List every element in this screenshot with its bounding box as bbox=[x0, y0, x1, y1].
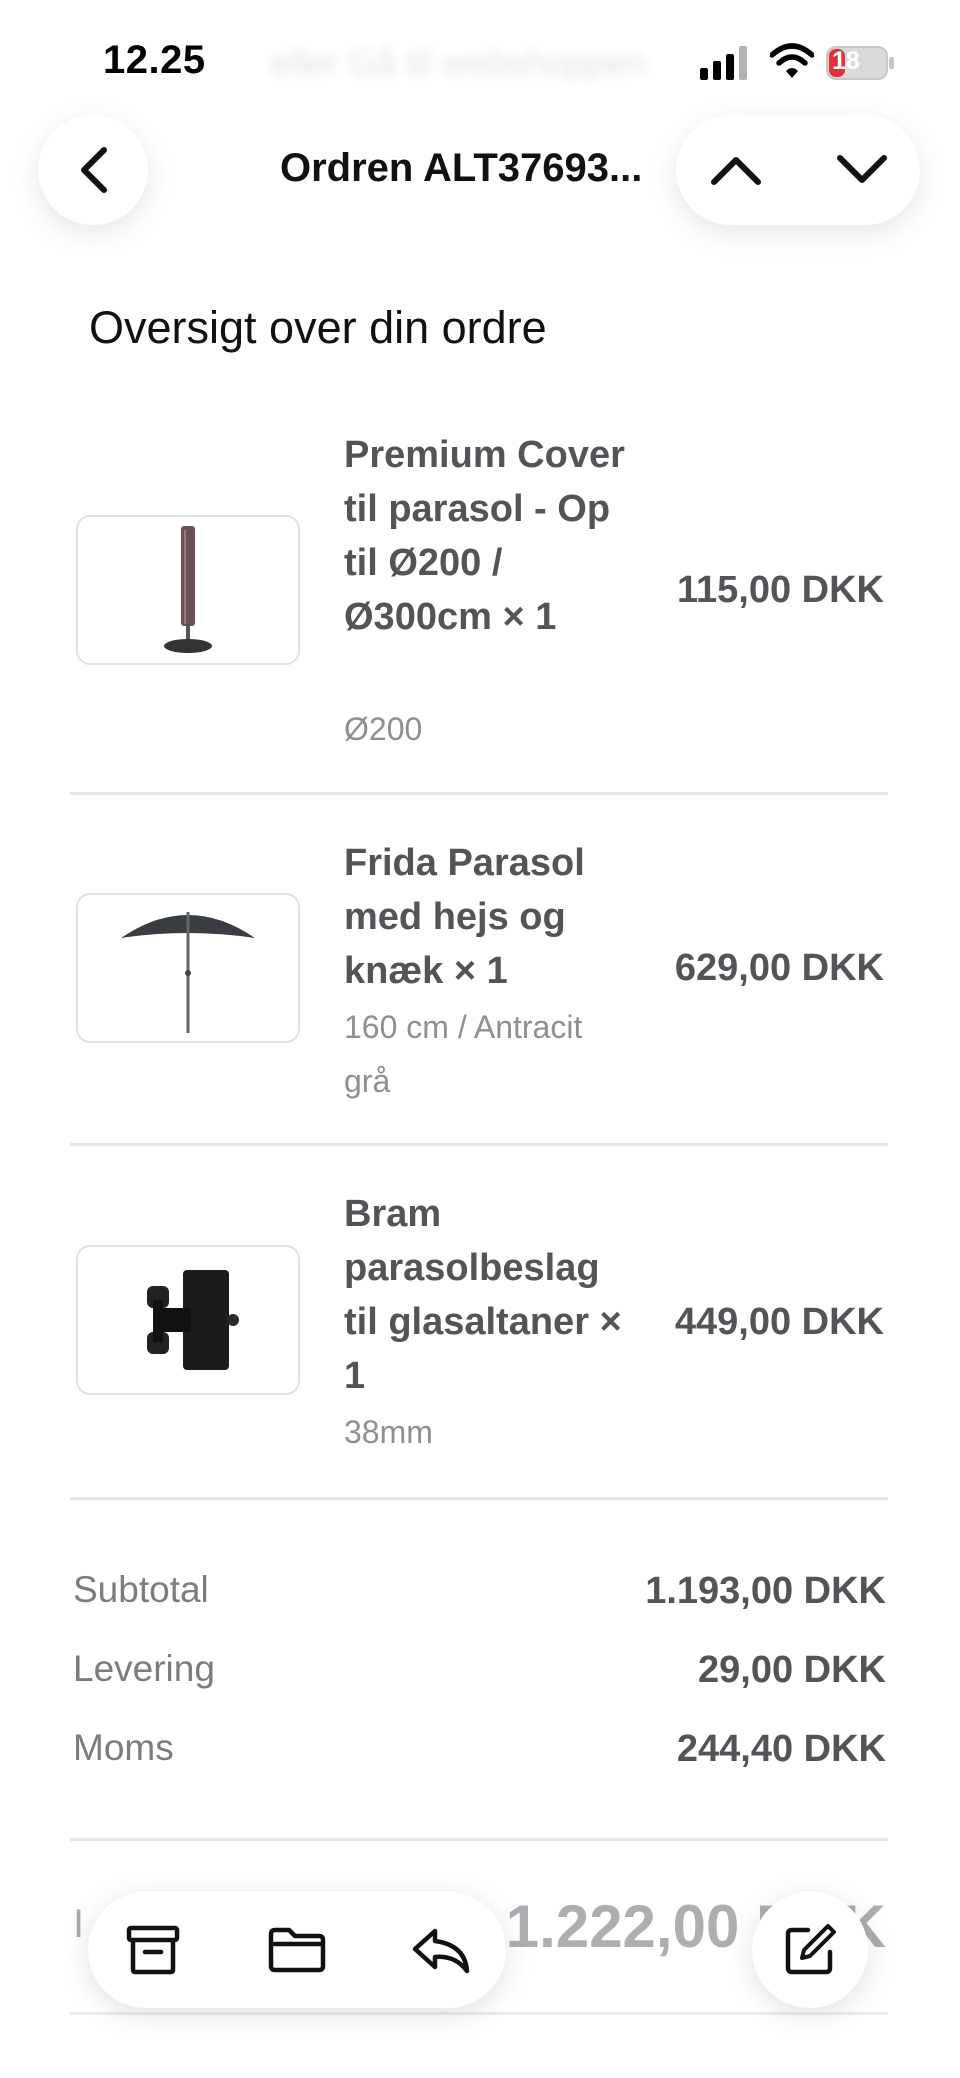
subtotal-label: Subtotal bbox=[73, 1569, 209, 1610]
item-variant: 160 cm / Antracit grå bbox=[344, 1009, 583, 1099]
divider bbox=[70, 792, 888, 795]
previous-button[interactable] bbox=[696, 130, 776, 210]
cellular-signal-icon bbox=[700, 46, 747, 80]
order-title: Ordren ALT37693... bbox=[280, 146, 643, 190]
reply-icon bbox=[412, 1928, 470, 1974]
compose-icon bbox=[785, 1924, 836, 1975]
battery-level: 18 bbox=[832, 47, 860, 75]
back-button[interactable] bbox=[38, 115, 148, 225]
wifi-icon bbox=[770, 43, 814, 78]
chevron-down-icon bbox=[837, 155, 887, 183]
divider bbox=[70, 2012, 888, 2015]
status-time: 12.25 bbox=[103, 38, 206, 82]
parasol-image bbox=[121, 912, 255, 1033]
compose-button[interactable] bbox=[752, 1892, 868, 2008]
move-to-folder-button[interactable] bbox=[257, 1910, 337, 1990]
bottom-toolbar bbox=[88, 1892, 506, 2008]
divider bbox=[70, 1497, 888, 1500]
item-price: 629,00 DKK bbox=[674, 947, 884, 989]
section-title: Oversigt over din ordre bbox=[89, 302, 547, 353]
item-price: 449,00 DKK bbox=[674, 1301, 884, 1343]
folder-icon bbox=[268, 1927, 326, 1973]
bracket-image bbox=[147, 1270, 239, 1370]
next-button[interactable] bbox=[822, 130, 902, 210]
chevron-up-icon bbox=[711, 157, 761, 185]
delivery-value: 29,00 DKK bbox=[698, 1649, 886, 1691]
product-image-parasol[interactable] bbox=[76, 893, 300, 1043]
item-variant: Ø200 bbox=[344, 711, 423, 747]
divider bbox=[70, 1143, 888, 1146]
subtotal-value: 1.193,00 DKK bbox=[645, 1570, 886, 1612]
reply-button[interactable] bbox=[401, 1910, 481, 1990]
status-background-text: eller Gå til webshoppen bbox=[270, 42, 647, 83]
product-image-bracket[interactable] bbox=[76, 1245, 300, 1395]
vat-value: 244,40 DKK bbox=[676, 1728, 886, 1770]
item-variant: 38mm bbox=[344, 1414, 433, 1450]
item-name: Premium Cover til parasol - Op til Ø200 … bbox=[344, 434, 625, 638]
product-image-cover[interactable] bbox=[76, 515, 300, 665]
divider bbox=[70, 1838, 888, 1841]
delivery-label: Levering bbox=[73, 1648, 215, 1689]
parasol-cover-image bbox=[164, 526, 212, 653]
total-label: I bbox=[73, 1902, 85, 1946]
item-price: 115,00 DKK bbox=[676, 569, 884, 611]
chevron-left-icon bbox=[81, 147, 107, 193]
archive-button[interactable] bbox=[113, 1910, 193, 1990]
vat-label: Moms bbox=[73, 1727, 174, 1768]
battery-indicator: 18 bbox=[826, 46, 896, 80]
item-name: Frida Parasol med hejs og knæk × 1 bbox=[344, 842, 585, 992]
item-name: Bram parasolbeslag til glasaltaner × 1 bbox=[344, 1193, 622, 1397]
archive-icon bbox=[126, 1925, 180, 1975]
